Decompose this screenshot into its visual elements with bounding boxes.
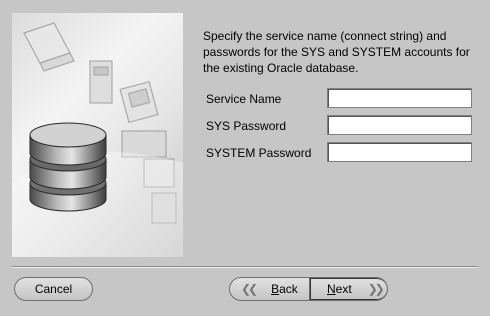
- navigation-button-group: ❮❮ Back Next ❯❯: [229, 277, 388, 301]
- chevron-left-double-icon: ❮❮: [241, 282, 258, 296]
- cancel-button[interactable]: Cancel: [14, 277, 93, 301]
- system-password-label: SYSTEM Password: [206, 146, 312, 160]
- button-bar-divider: [12, 266, 478, 268]
- instructions-text: Specify the service name (connect string…: [203, 28, 483, 76]
- sys-password-input[interactable]: [327, 115, 472, 135]
- back-button-label: Back: [271, 282, 298, 296]
- system-password-input[interactable]: [327, 142, 472, 162]
- instructions-line-3: the existing Oracle database.: [203, 61, 359, 75]
- instructions-line-2: passwords for the SYS and SYSTEM account…: [203, 45, 470, 59]
- service-name-input[interactable]: [327, 88, 472, 108]
- database-illustration: [12, 22, 183, 257]
- instructions-line-1: Specify the service name (connect string…: [203, 29, 447, 43]
- sys-password-label: SYS Password: [206, 119, 287, 133]
- next-button-label: Next: [327, 282, 352, 296]
- cancel-button-label: Cancel: [34, 282, 73, 296]
- service-name-label: Service Name: [206, 92, 282, 106]
- wizard-banner-image: [12, 13, 183, 257]
- back-button[interactable]: ❮❮ Back: [230, 278, 309, 300]
- next-button[interactable]: Next ❯❯: [309, 278, 387, 300]
- chevron-right-double-icon: ❯❯: [367, 282, 385, 296]
